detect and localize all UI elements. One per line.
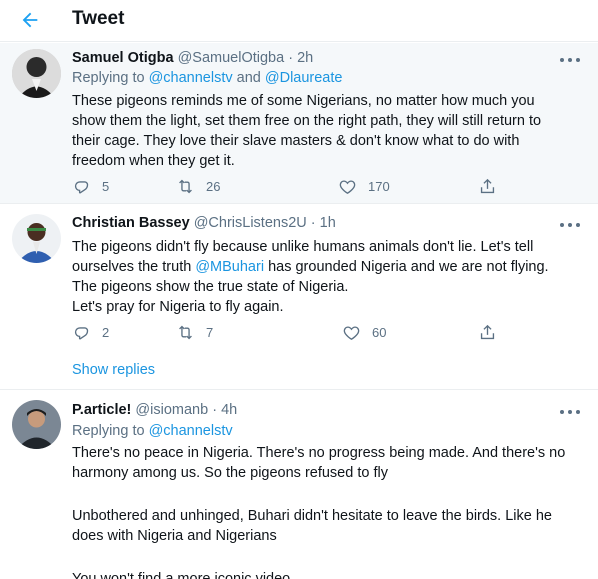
heart-icon bbox=[343, 325, 360, 340]
tweet-christian-bassey[interactable]: Christian Bassey @ChrisListens2U · 1h Th… bbox=[0, 205, 598, 390]
reply-icon bbox=[74, 326, 89, 339]
tweet-text: The pigeons didn't fly because unlike hu… bbox=[72, 237, 584, 317]
tweet-text-line bbox=[72, 546, 584, 566]
avatar[interactable] bbox=[12, 49, 61, 98]
reply-button[interactable]: 2 bbox=[72, 322, 109, 342]
page-title: Tweet bbox=[72, 8, 125, 29]
tweet-text-line: their cage. They love their slave master… bbox=[72, 133, 520, 149]
like-button[interactable]: 170 bbox=[338, 176, 390, 196]
tweet-text: There's no peace in Nigeria. There's no … bbox=[72, 443, 584, 579]
back-button[interactable] bbox=[16, 6, 44, 34]
reply-count: 2 bbox=[102, 324, 110, 340]
replying-to-label: Replying to bbox=[72, 423, 149, 439]
tweet-text-line: The pigeons didn't fly because unlike hu… bbox=[72, 239, 534, 255]
more-dot-icon bbox=[576, 58, 580, 62]
like-count: 170 bbox=[368, 178, 390, 194]
mention-link[interactable]: @channelstv bbox=[149, 423, 233, 439]
more-dot-icon bbox=[568, 58, 572, 62]
heart-icon bbox=[339, 179, 356, 194]
tweet-text-line: These pigeons reminds me of some Nigeria… bbox=[72, 93, 535, 109]
replying-to: Replying to @channelstv and @Dlaureate bbox=[72, 70, 342, 86]
more-dot-icon bbox=[560, 410, 564, 414]
tweet-actions: 5 26 170 bbox=[72, 176, 512, 196]
retweet-icon bbox=[179, 325, 192, 339]
tweet-samuel-otigba[interactable]: Samuel Otigba @SamuelOtigba · 2h Replyin… bbox=[0, 43, 598, 204]
avatar[interactable] bbox=[12, 400, 61, 449]
show-replies-link[interactable]: Show replies bbox=[72, 362, 155, 378]
tweet-text-line: There's no peace in Nigeria. There's no … bbox=[72, 445, 566, 461]
mention-link[interactable]: @channelstv bbox=[149, 70, 233, 86]
retweet-count: 26 bbox=[206, 178, 221, 194]
more-dot-icon bbox=[576, 223, 580, 227]
more-dot-icon bbox=[576, 410, 580, 414]
arrow-left-icon bbox=[22, 12, 38, 28]
tweet-text-line: show them the light, set them free on th… bbox=[72, 113, 542, 129]
avatar[interactable] bbox=[12, 214, 61, 263]
author-handle[interactable]: @SamuelOtigba bbox=[178, 50, 285, 66]
more-dot-icon bbox=[560, 223, 564, 227]
tweet-text-line: freedom when they get it. bbox=[72, 153, 235, 169]
share-icon bbox=[480, 178, 495, 193]
share-button[interactable] bbox=[478, 176, 497, 196]
meta-separator: · bbox=[288, 50, 294, 66]
more-options-button[interactable] bbox=[560, 218, 580, 232]
tweet-text-line: Unbothered and unhinged, Buhari didn't h… bbox=[72, 508, 552, 524]
mention-link[interactable]: @MBuhari bbox=[195, 259, 264, 275]
more-dot-icon bbox=[568, 410, 572, 414]
more-dot-icon bbox=[560, 58, 564, 62]
tweet-text-line: The pigeons show the true state of Niger… bbox=[72, 279, 349, 295]
author-name[interactable]: Christian Bassey bbox=[72, 215, 190, 231]
replying-to: Replying to @channelstv bbox=[72, 423, 233, 439]
tweet-text-line bbox=[72, 483, 584, 503]
tweet-text-line: Let's pray for Nigeria to fly again. bbox=[72, 299, 284, 315]
retweet-icon bbox=[179, 179, 192, 193]
tweet-text-line: You won't find a more iconic video bbox=[72, 571, 291, 579]
more-options-button[interactable] bbox=[560, 405, 580, 419]
mention-link[interactable]: @Dlaureate bbox=[265, 70, 343, 86]
retweet-button[interactable]: 7 bbox=[176, 322, 213, 342]
author-handle[interactable]: @ChrisListens2U bbox=[194, 215, 307, 231]
tweet-meta: Christian Bassey @ChrisListens2U · 1h bbox=[72, 215, 336, 231]
retweet-button[interactable]: 26 bbox=[176, 176, 220, 196]
tweet-time[interactable]: 2h bbox=[297, 50, 313, 66]
like-count: 60 bbox=[372, 324, 387, 340]
tweet-meta: Samuel Otigba @SamuelOtigba · 2h bbox=[72, 50, 313, 66]
share-button[interactable] bbox=[478, 322, 497, 342]
more-options-button[interactable] bbox=[560, 53, 580, 67]
meta-separator: · bbox=[212, 402, 218, 418]
tweet-text-fragment: has grounded Nigeria and we are not flyi… bbox=[264, 259, 549, 275]
replying-to-label: Replying to bbox=[72, 70, 149, 86]
tweet-text-line: does with Nigeria and Nigerians bbox=[72, 528, 277, 544]
like-button[interactable]: 60 bbox=[342, 322, 386, 342]
tweet-text-line: ourselves the truth @MBuhari has grounde… bbox=[72, 257, 584, 277]
reply-icon bbox=[74, 180, 89, 193]
author-handle[interactable]: @isiomanb bbox=[135, 402, 208, 418]
reply-count: 5 bbox=[102, 178, 110, 194]
tweet-text-fragment: ourselves the truth bbox=[72, 259, 196, 275]
reply-button[interactable]: 5 bbox=[72, 176, 109, 196]
tweet-text: These pigeons reminds me of some Nigeria… bbox=[72, 91, 584, 171]
replying-to-and: and bbox=[232, 70, 265, 86]
tweet-meta: P.article! @isiomanb · 4h bbox=[72, 402, 237, 418]
meta-separator: · bbox=[310, 215, 316, 231]
tweet-time[interactable]: 4h bbox=[221, 402, 237, 418]
more-dot-icon bbox=[568, 223, 572, 227]
author-name[interactable]: Samuel Otigba bbox=[72, 50, 174, 66]
tweet-particle[interactable]: P.article! @isiomanb · 4h Replying to @c… bbox=[0, 391, 598, 579]
tweet-actions: 2 7 60 bbox=[72, 322, 512, 342]
share-icon bbox=[480, 324, 495, 339]
tweet-time[interactable]: 1h bbox=[320, 215, 336, 231]
author-name[interactable]: P.article! bbox=[72, 402, 131, 418]
tweet-text-line: harmony among us. So the pigeons refused… bbox=[72, 465, 388, 481]
retweet-count: 7 bbox=[206, 324, 214, 340]
page-header: Tweet bbox=[0, 0, 598, 42]
